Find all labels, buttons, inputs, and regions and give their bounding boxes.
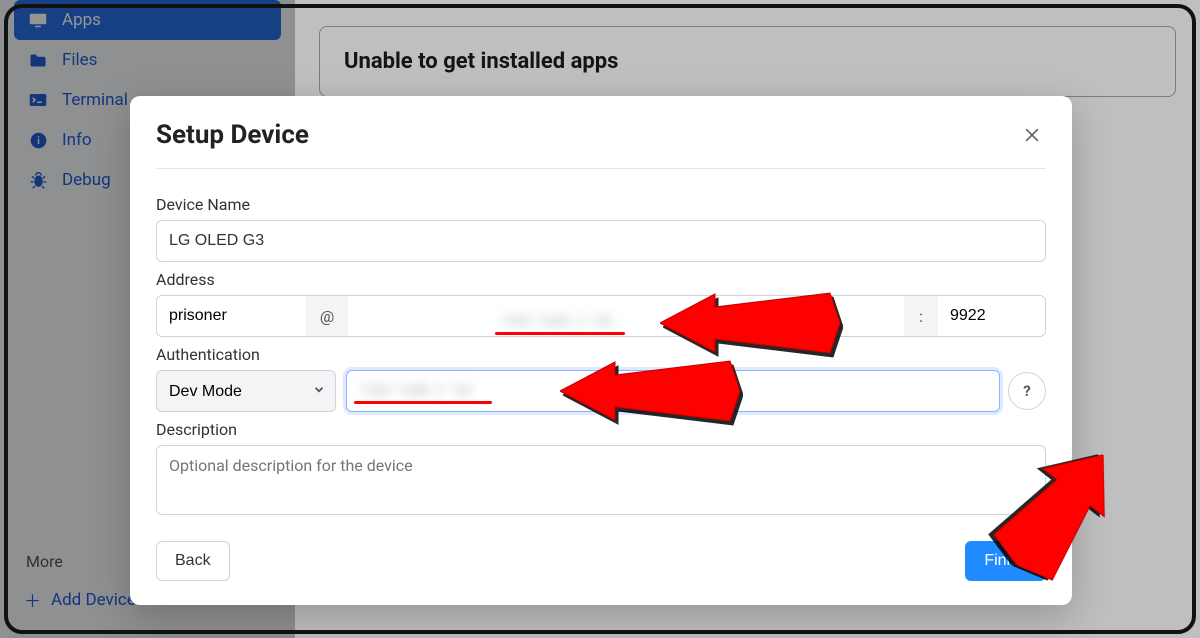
ssh-user-input[interactable] [156,295,306,337]
device-name-input[interactable] [156,220,1046,262]
ssh-host-input[interactable] [348,295,904,337]
colon-symbol: : [904,295,938,337]
redaction-line-host [495,332,625,335]
auth-mode-select-wrap: Dev Mode [156,370,336,412]
finish-button[interactable]: Finish [965,541,1046,581]
description-label: Description [156,420,1046,439]
at-symbol: @ [306,295,348,337]
address-label: Address [156,270,1046,289]
auth-row: Dev Mode ? [156,370,1046,412]
redacted-auth-value: 192 168 1 10 [360,381,472,401]
setup-device-modal: Setup Device Device Name Address @ : Aut… [130,96,1072,605]
back-button[interactable]: Back [156,541,230,581]
device-name-label: Device Name [156,195,1046,214]
modal-title: Setup Device [156,120,309,150]
modal-footer: Back Finish [156,541,1046,581]
modal-header: Setup Device [156,120,1046,169]
redacted-host: 192 168 1 10 [500,312,612,332]
redaction-line-auth [354,401,492,404]
close-icon [1022,125,1042,145]
ssh-port-input[interactable] [938,295,1046,337]
close-button[interactable] [1018,121,1046,149]
modal-body: Device Name Address @ : Authentication D… [156,169,1046,519]
authentication-label: Authentication [156,345,1046,364]
auth-mode-select[interactable]: Dev Mode [156,370,336,412]
description-input[interactable] [156,445,1046,515]
help-button[interactable]: ? [1008,372,1046,410]
